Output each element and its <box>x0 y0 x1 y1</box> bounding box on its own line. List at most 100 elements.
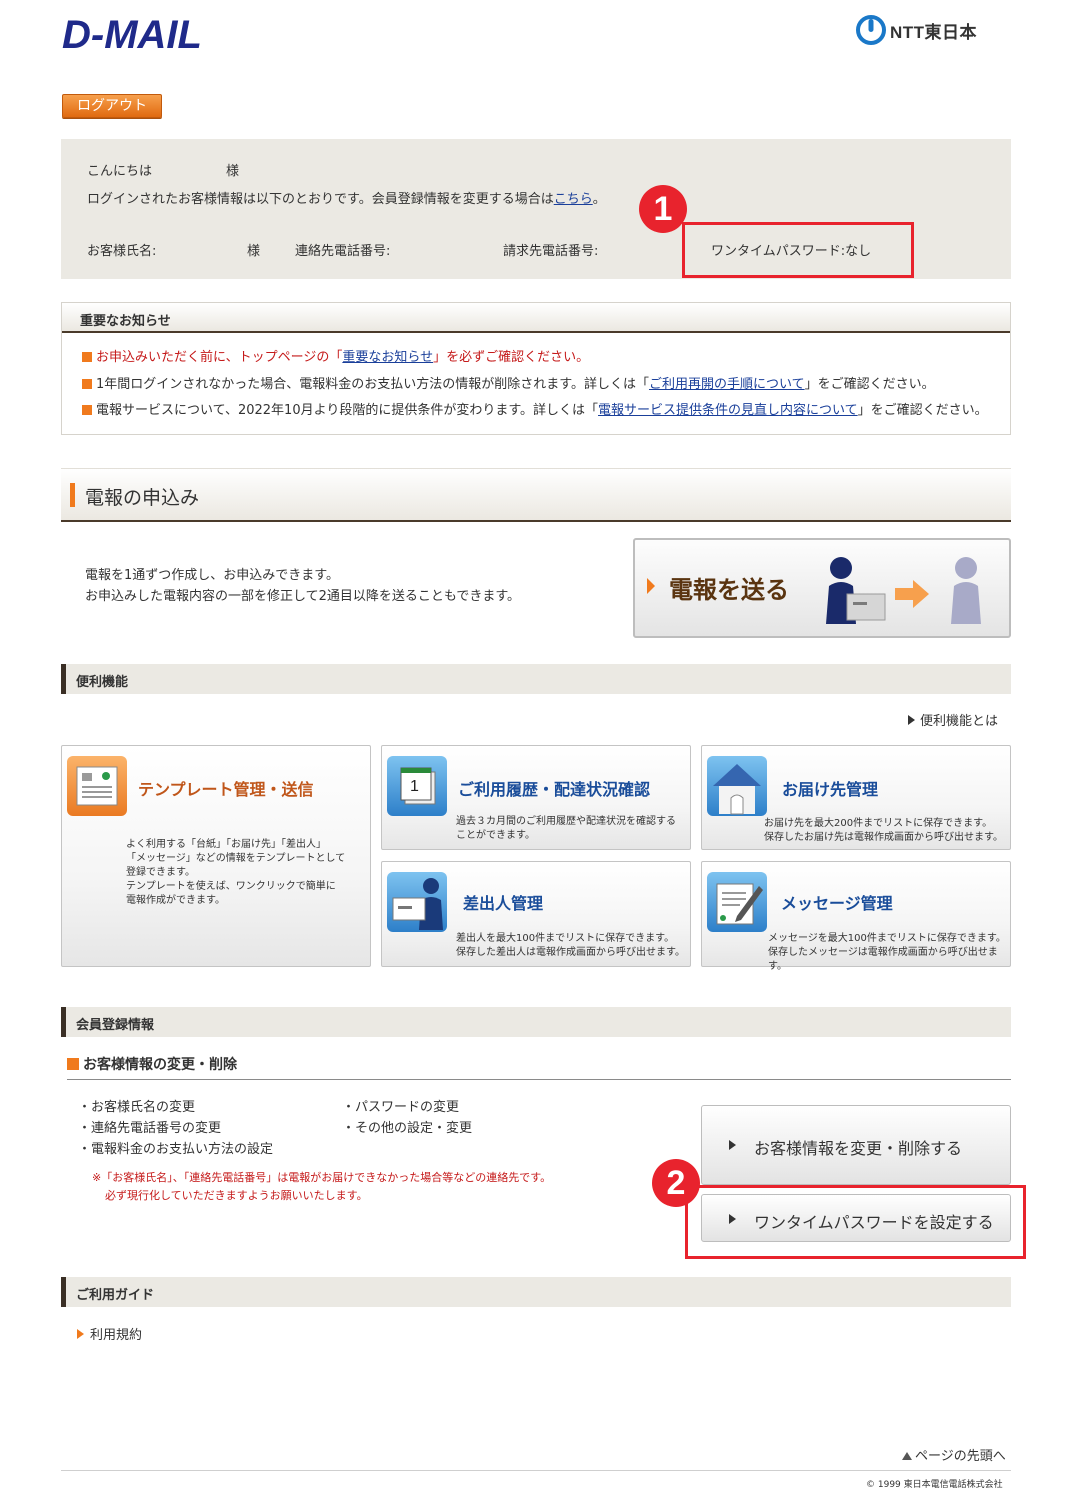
section-bar <box>61 1277 66 1307</box>
arrow-right-icon <box>647 578 655 594</box>
card-message-desc: メッセージを最大100件までリストに保存できます。 保存したメッセージは電報作成… <box>768 932 1010 974</box>
desc-line: 「メッセージ」などの情報をテンプレートとして <box>126 853 346 864</box>
change-customer-info-label: お客様情報を変更・削除する <box>754 1139 963 1158</box>
member-section-title: 会員登録情報 <box>76 1018 155 1033</box>
footer-divider <box>61 1470 1011 1471</box>
card-sender-title: 差出人管理 <box>463 894 544 913</box>
change-customer-info-button[interactable]: お客様情報を変更・削除する <box>701 1105 1011 1185</box>
desc-line: 保存した差出人は電報作成画面から呼び出せます。 <box>456 947 685 958</box>
sender-icon <box>387 872 447 932</box>
bullet-square-icon <box>82 405 92 415</box>
svg-text:1: 1 <box>410 778 419 795</box>
card-history-desc: 過去３カ月間のご利用履歴や配達状況を確認する ことができます。 <box>456 815 676 843</box>
highlight-box-1 <box>682 222 914 278</box>
terms-link[interactable]: 利用規約 <box>77 1324 142 1343</box>
desc-line: 電報作成ができます。 <box>126 895 225 906</box>
send-telegram-button[interactable]: 電報を送る <box>633 538 1011 638</box>
member-note-2: 必ず現行化していただきますようお願いいたします。 <box>105 1189 368 1202</box>
notice-item-1-pre: お申込みいただく前に、トップページの「 <box>96 350 343 365</box>
send-telegram-label: 電報を送る <box>669 576 789 604</box>
step-badge-2: 2 <box>652 1159 700 1207</box>
terms-label: 利用規約 <box>90 1328 143 1343</box>
guide-section-title: ご利用ガイド <box>76 1288 155 1303</box>
step-badge-1: 1 <box>639 185 687 233</box>
billing-phone-label: 請求先電話番号: <box>503 244 599 259</box>
desc-line: 登録できます。 <box>126 867 195 878</box>
page-top-label: ページの先頭へ <box>915 1449 1006 1464</box>
telegram-section-title: 電報の申込み <box>85 487 200 509</box>
divider <box>67 1079 1011 1080</box>
info-link-here[interactable]: こちら <box>554 192 593 207</box>
notice-link-conditions[interactable]: 電報サービス提供条件の見直し内容について <box>598 403 858 418</box>
triangle-right-icon <box>77 1329 84 1339</box>
card-template-title: テンプレート管理・送信 <box>138 780 314 799</box>
greeting-hello: こんにちは <box>87 164 153 179</box>
bullet-square-icon <box>82 352 92 362</box>
desc-line: ことができます。 <box>456 830 535 841</box>
desc-line: 過去３カ月間のご利用履歴や配達状況を確認する <box>456 816 676 827</box>
triangle-right-icon <box>729 1140 736 1150</box>
desc-line: よく利用する「台紙」「お届け先」「差出人」 <box>126 839 326 850</box>
logout-button[interactable]: ログアウト <box>62 94 162 118</box>
member-item: ・お客様氏名の変更 <box>78 1100 196 1115</box>
desc-line: 保存したメッセージは電報作成画面から呼び出せます。 <box>768 947 998 972</box>
card-sender-desc: 差出人を最大100件までリストに保存できます。 保存した差出人は電報作成画面から… <box>456 932 685 960</box>
ntt-east-logo: NTT東日本 <box>856 14 977 46</box>
card-sender[interactable]: 差出人管理 差出人を最大100件までリストに保存できます。 保存した差出人は電報… <box>381 861 691 967</box>
notice-item-1-post: 」を必ずご確認ください。 <box>433 350 590 365</box>
ntt-logo-text: NTT東日本 <box>890 22 978 42</box>
guide-section-header: ご利用ガイド <box>61 1277 1011 1307</box>
notice-link-important[interactable]: 重要なお知らせ <box>342 350 433 365</box>
about-features-label: 便利機能とは <box>920 714 999 729</box>
desc-line: メッセージを最大100件までリストに保存できます。 <box>768 933 1006 944</box>
logo-text: D-MAIL <box>62 13 202 56</box>
section-accent-bar <box>70 483 75 507</box>
desc-line: 保存したお届け先は電報作成画面から呼び出せます。 <box>764 832 1003 843</box>
notice-item-3-post: 」をご確認ください。 <box>857 403 988 418</box>
highlight-box-2 <box>685 1185 1026 1259</box>
copyright: © 1999 東日本電信電話株式会社 <box>866 1480 1003 1490</box>
bullet-square-icon <box>82 379 92 389</box>
bullet-square-icon <box>67 1058 79 1070</box>
triangle-up-icon <box>902 1452 912 1460</box>
features-section-title: 便利機能 <box>76 675 129 690</box>
customer-name-sama: 様 <box>247 244 261 259</box>
member-item: ・その他の設定・変更 <box>342 1121 473 1136</box>
telegram-desc-1: 電報を1通ずつ作成し、お申込みできます。 <box>85 568 339 583</box>
member-subheader-title: お客様情報の変更・削除 <box>83 1057 237 1073</box>
telegram-desc-2: お申込みした電報内容の一部を修正して2通目以降を送ることもできます。 <box>85 589 521 604</box>
desc-line: テンプレートを使えば、ワンクリックで簡単に <box>126 881 336 892</box>
card-history-title: ご利用履歴・配達状況確認 <box>458 780 651 799</box>
notice-item-3-pre: 電報サービスについて、2022年10月より段階的に提供条件が変わります。詳しくは… <box>96 403 599 418</box>
section-bar <box>61 664 66 694</box>
ntt-logo-icon <box>856 15 886 45</box>
member-section-header: 会員登録情報 <box>61 1007 1011 1037</box>
member-item: ・電報料金のお支払い方法の設定 <box>78 1142 274 1157</box>
desc-line: 差出人を最大100件までリストに保存できます。 <box>456 933 675 944</box>
page-top-link[interactable]: ページの先頭へ <box>902 1445 1006 1464</box>
dmail-logo[interactable]: D-MAIL <box>62 8 202 57</box>
triangle-right-icon <box>908 715 915 725</box>
telegram-section-header: 電報の申込み <box>61 468 1011 522</box>
notice-item-3: 電報サービスについて、2022年10月より段階的に提供条件が変わります。詳しくは… <box>82 399 988 418</box>
member-item: ・パスワードの変更 <box>342 1100 460 1115</box>
info-text: ログインされたお客様情報は以下のとおりです。会員登録情報を変更する場合はこちら。 <box>87 188 606 207</box>
features-section-header: 便利機能 <box>61 664 1011 694</box>
contact-phone-label: 連絡先電話番号: <box>295 244 391 259</box>
card-recipients[interactable]: お届け先管理 お届け先を最大200件までリストに保存できます。 保存したお届け先… <box>701 745 1011 850</box>
member-subheader: お客様情報の変更・削除 <box>67 1054 237 1074</box>
card-recipients-title: お届け先管理 <box>782 780 879 799</box>
card-message-title: メッセージ管理 <box>781 894 893 913</box>
notice-link-resume[interactable]: ご利用再開の手順について <box>649 377 805 392</box>
notice-item-2: 1年間ログインされなかった場合、電報料金のお支払い方法の情報が削除されます。詳し… <box>82 373 935 392</box>
card-template[interactable]: テンプレート管理・送信 よく利用する「台紙」「お届け先」「差出人」 「メッセージ… <box>61 745 371 967</box>
notice-item-1: お申込みいただく前に、トップページの「重要なお知らせ」を必ずご確認ください。 <box>82 346 589 365</box>
house-icon <box>707 756 767 816</box>
info-text-end: 。 <box>592 192 606 207</box>
member-note-1: ※「お客様氏名」、「連絡先電話番号」は電報がお届けできなかった場合等などの連絡先… <box>92 1171 552 1184</box>
card-message[interactable]: メッセージ管理 メッセージを最大100件までリストに保存できます。 保存したメッ… <box>701 861 1011 972</box>
about-features-link[interactable]: 便利機能とは <box>908 710 998 729</box>
important-notice: 重要なお知らせ お申込みいただく前に、トップページの「重要なお知らせ」を必ずご確… <box>61 302 1011 435</box>
message-icon <box>707 872 767 932</box>
card-history[interactable]: 1 ご利用履歴・配達状況確認 過去３カ月間のご利用履歴や配達状況を確認する こと… <box>381 745 691 850</box>
